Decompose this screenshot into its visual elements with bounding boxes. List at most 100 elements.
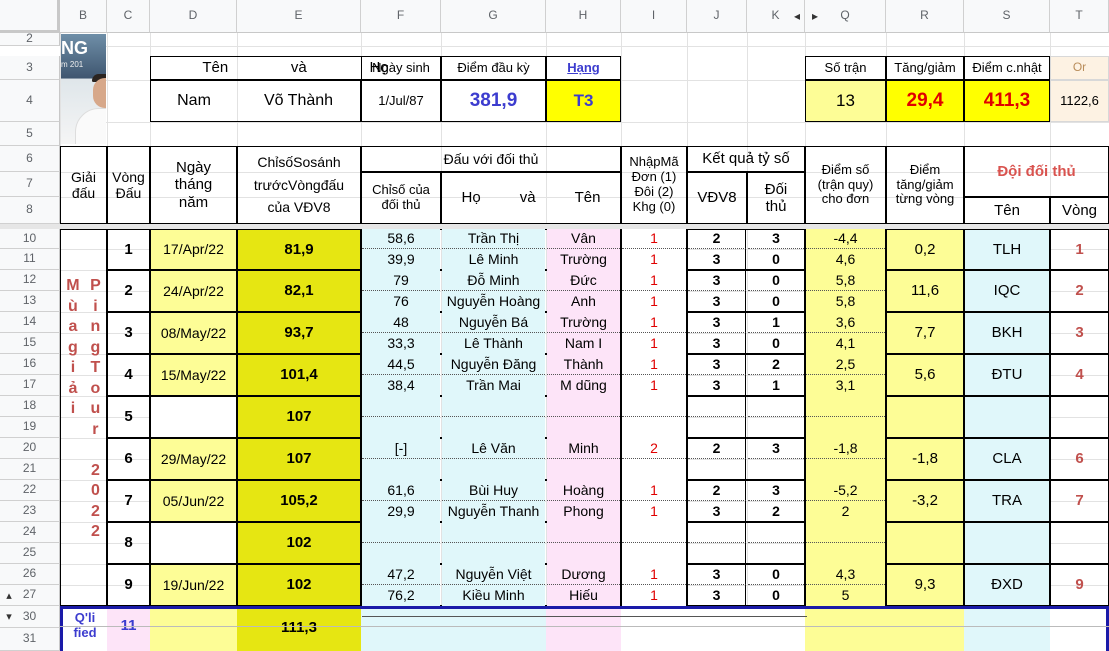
grid-row-line <box>60 626 1109 627</box>
player-photo: NG m 201 <box>61 34 106 144</box>
row-header-19[interactable]: 19 <box>0 417 60 438</box>
round-index: 101,4 <box>237 354 361 396</box>
score-opp: 2 <box>748 354 804 375</box>
match-type-code <box>622 522 686 543</box>
column-header-D[interactable]: D <box>150 0 237 33</box>
opp-given-name: Phong <box>547 501 620 522</box>
opp-team-round: 6 <box>1050 438 1109 480</box>
row-group-expand-icon[interactable]: ▴ <box>2 587 16 605</box>
qualified-opp-cell <box>361 606 441 651</box>
column-header-F[interactable]: F <box>361 0 441 33</box>
opp-team-round: 4 <box>1050 354 1109 396</box>
select-all-corner[interactable] <box>0 0 60 33</box>
qualified-team-round <box>1050 606 1109 651</box>
opp-surname: Trần Mai <box>442 375 545 396</box>
opp-team-name: ĐXD <box>964 564 1050 606</box>
round-number: 3 <box>107 312 150 354</box>
row-header-10[interactable]: 10 <box>0 229 60 249</box>
row-header-11[interactable]: 11 <box>0 249 60 270</box>
opp-team-name: BKH <box>964 312 1050 354</box>
match-points <box>806 543 885 564</box>
opp-given-name: Hiếu <box>547 585 620 606</box>
column-header-G[interactable]: G <box>441 0 546 33</box>
column-header-H[interactable]: H <box>546 0 621 33</box>
tournament-letter: 0 <box>90 482 100 499</box>
tournament-title-line1: Mùagiải <box>66 276 79 420</box>
hidden-columns-right-icon[interactable]: ▸ <box>808 8 822 26</box>
match-type-code: 1 <box>622 480 686 501</box>
score-opp: 2 <box>772 503 780 520</box>
row-header-4[interactable]: 4 <box>0 80 60 122</box>
round-change: 9,3 <box>886 564 964 606</box>
column-header-C[interactable]: C <box>107 0 150 33</box>
opp-index: 29,9 <box>362 501 440 522</box>
match-type-code: 1 <box>622 312 686 333</box>
grid-row-line <box>60 46 1109 47</box>
row-header-22[interactable]: 22 <box>0 480 60 501</box>
opp-surname <box>442 522 545 543</box>
frozen-row-divider <box>0 224 60 229</box>
score-self: 3 <box>688 501 746 522</box>
score-opp: 3 <box>748 229 804 249</box>
opp-given-name <box>547 396 620 417</box>
row-header-20[interactable]: 20 <box>0 438 60 459</box>
row-header-31[interactable]: 31 <box>0 628 60 651</box>
row-header-3[interactable]: 3 <box>0 56 60 80</box>
score-self <box>688 417 746 438</box>
opp-index-header: Chỉsố của đối thủ <box>361 172 441 224</box>
row-header-21[interactable]: 21 <box>0 459 60 480</box>
row-header-25[interactable]: 25 <box>0 543 60 564</box>
opp-index: 48 <box>362 312 440 333</box>
tournament-title-line2: PingTour 2 0 2 2 <box>90 276 101 543</box>
column-header-E[interactable]: E <box>237 0 361 33</box>
column-header-S[interactable]: S <box>964 0 1050 33</box>
start-points-value: 381,9 <box>441 80 546 122</box>
opp-given-name: Dương <box>547 564 620 585</box>
score-opp: 0 <box>748 564 804 585</box>
row-header-16[interactable]: 16 <box>0 354 60 375</box>
row-header-23[interactable]: 23 <box>0 501 60 522</box>
column-header-J[interactable]: J <box>687 0 747 33</box>
column-header-B[interactable]: B <box>60 0 107 33</box>
match-points <box>806 396 885 417</box>
tournament-letter: P <box>90 277 101 294</box>
score-opp: 0 <box>748 270 804 291</box>
round-number: 5 <box>107 396 150 438</box>
round-change: 5,6 <box>886 354 964 396</box>
row-header-18[interactable]: 18 <box>0 396 60 417</box>
row-header-26[interactable]: 26 <box>0 564 60 585</box>
row-header-12[interactable]: 12 <box>0 270 60 291</box>
opp-index: 33,3 <box>362 333 440 354</box>
change-label: Tăng/giảm <box>886 56 964 80</box>
score-self: 2 <box>688 438 746 459</box>
opp-team-round: 9 <box>1050 564 1109 606</box>
qualified-cell <box>747 606 805 651</box>
row-header-14[interactable]: 14 <box>0 312 60 333</box>
round-number: 9 <box>107 564 150 606</box>
score-opp <box>748 417 804 438</box>
match-points: 4,3 <box>806 564 885 585</box>
column-header-I[interactable]: I <box>621 0 687 33</box>
row-header-5[interactable]: 5 <box>0 122 60 146</box>
column-header-T[interactable]: T <box>1050 0 1109 33</box>
row-header-15[interactable]: 15 <box>0 333 60 354</box>
qualified-cell <box>687 606 747 651</box>
row-header-6[interactable]: 6 <box>0 146 60 172</box>
opp-surname: Kiều Minh <box>442 585 545 606</box>
row-header-24[interactable]: 24 <box>0 522 60 543</box>
row-header-7[interactable]: 7 <box>0 172 60 197</box>
round-change: -1,8 <box>886 438 964 480</box>
row-header-2[interactable]: 2 <box>0 33 60 46</box>
opp-team-round <box>1050 522 1109 564</box>
row-header-8[interactable]: 8 <box>0 197 60 224</box>
opp-surname: Nguyễn Thanh <box>442 501 545 522</box>
row-header-13[interactable]: 13 <box>0 291 60 312</box>
match-points: 5,8 <box>806 291 885 312</box>
hidden-columns-left-icon[interactable]: ◂ <box>790 8 804 26</box>
row-group-collapse-icon[interactable]: ▾ <box>2 608 16 626</box>
column-header-R[interactable]: R <box>886 0 964 33</box>
input-code-header: NhậpMã Đơn (1) Đôi (2) Khg (0) <box>621 146 687 224</box>
matches-label: Số trận <box>805 56 886 80</box>
row-header-17[interactable]: 17 <box>0 375 60 396</box>
opp-given-name: Hoàng <box>547 480 620 501</box>
